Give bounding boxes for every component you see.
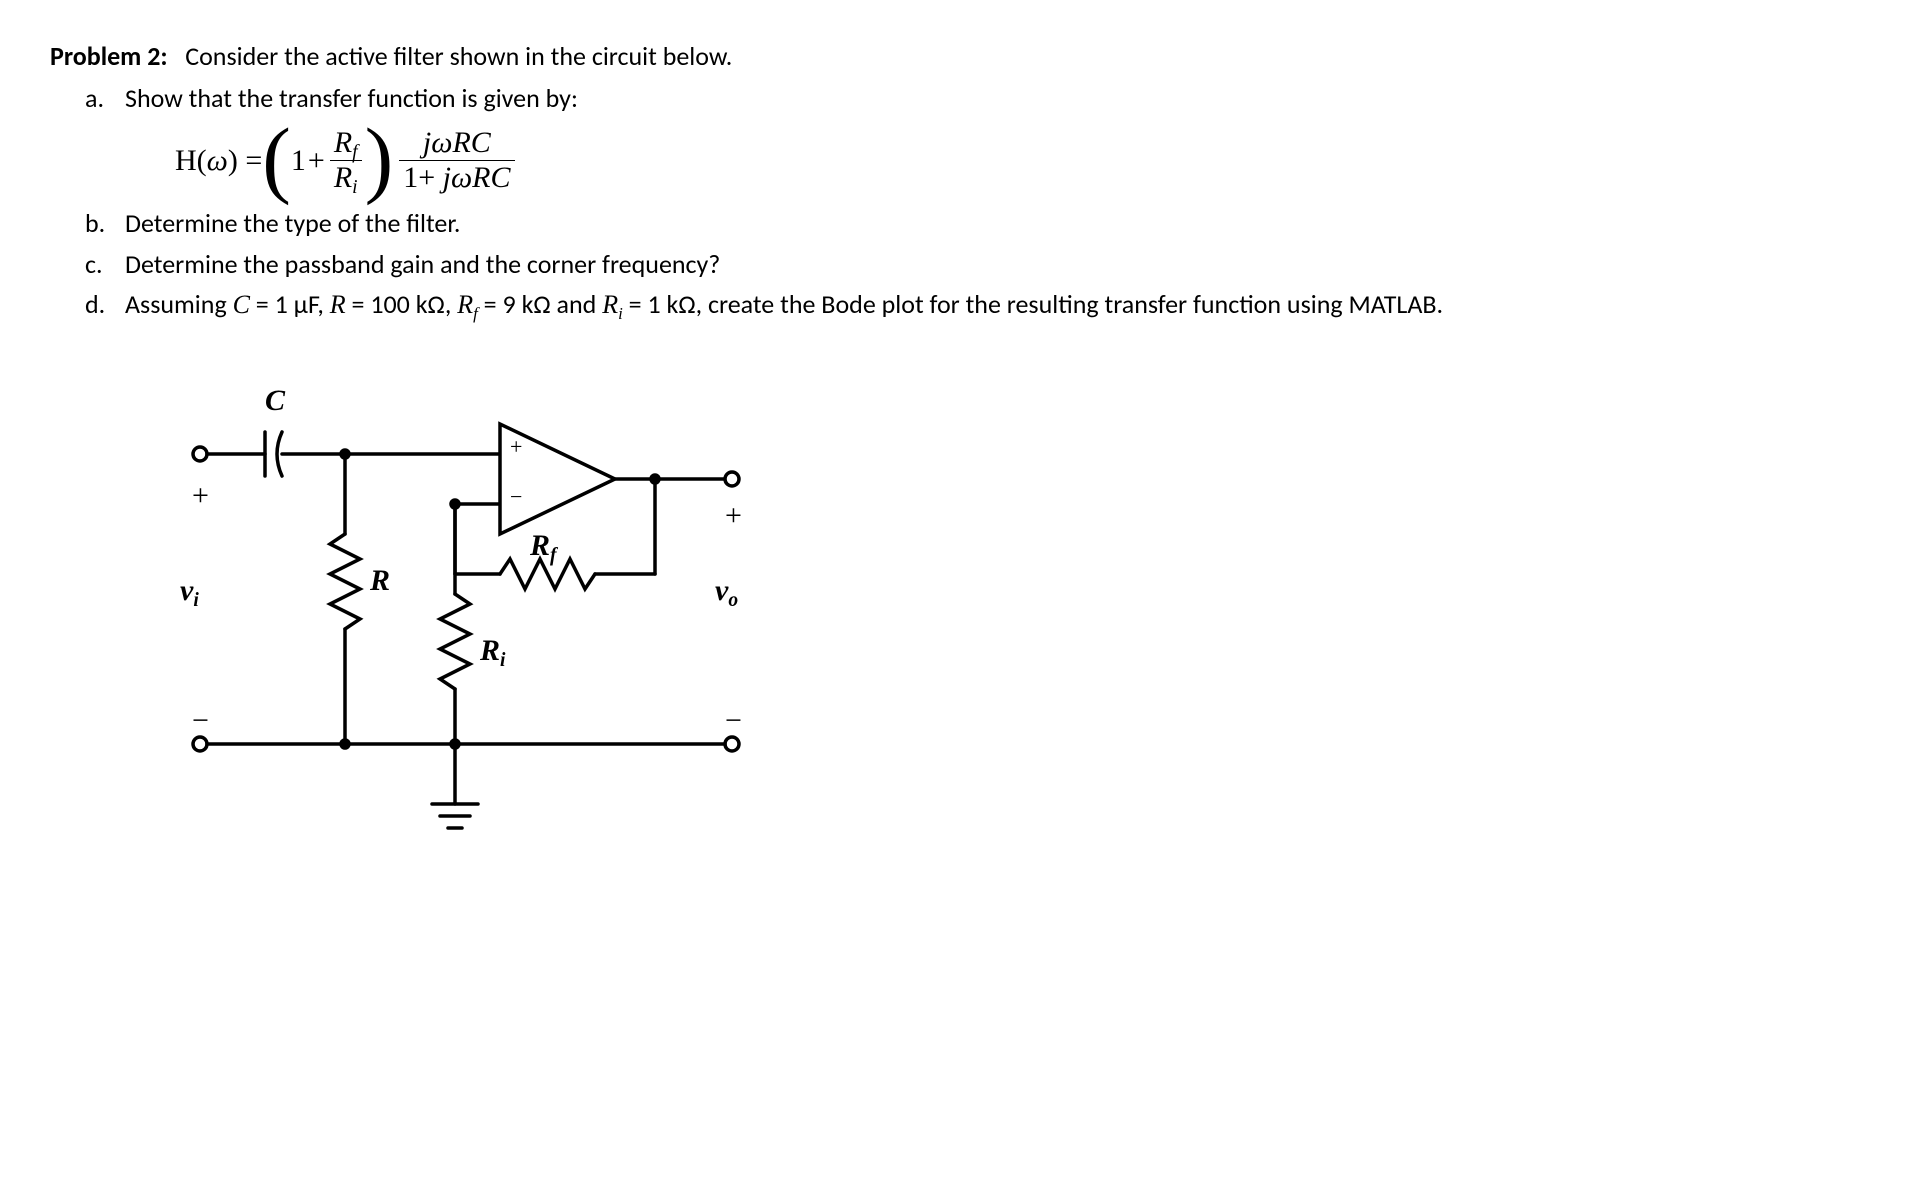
equation: H(ω) = ( 1 + Rf Ri ) jωRC 1+ jωRC (175, 126, 1868, 195)
eq-lhs: H(ω) = (175, 144, 262, 178)
vo-plus: + (725, 499, 742, 533)
item-c: c. Determine the passband gain and the c… (85, 246, 1868, 282)
vi-plus: + (192, 479, 209, 513)
item-b: b. Determine the type of the filter. (85, 205, 1868, 241)
marker-c: c. (85, 246, 125, 282)
lparen: ( (262, 124, 291, 193)
vi-minus: − (192, 704, 209, 738)
text-c: Determine the passband gain and the corn… (125, 246, 1868, 282)
eq-plus1: + (308, 144, 325, 178)
frac-rf-ri: Rf Ri (330, 126, 362, 195)
marker-a: a. (85, 80, 125, 116)
label-r: R (370, 564, 390, 598)
amp-plus: + (510, 434, 522, 460)
param-c: 1 µF (275, 288, 318, 320)
eq-den2: jωRC (443, 161, 511, 194)
problem-intro: Consider the active filter shown in the … (185, 40, 732, 72)
rparen: ) (365, 124, 394, 193)
circuit-diagram: C R Rf Ri vi vo + − + − + − (170, 374, 870, 874)
amp-minus: − (510, 484, 522, 510)
eq-den2-pre: 1+ (403, 161, 442, 194)
eq-ri: R (334, 161, 352, 194)
eq-num2: jωRC (419, 126, 495, 160)
frac-jwrc: jωRC 1+ jωRC (399, 126, 514, 195)
param-rf: 9 kΩ (503, 288, 551, 320)
eq-ri-sub: i (352, 177, 357, 198)
param-r: 100 kΩ (370, 288, 445, 320)
label-vi: vi (180, 574, 199, 608)
text-d: Assuming C = 1 µF, R = 100 kΩ, Rf = 9 kΩ… (125, 286, 1868, 323)
eq-one: 1 (291, 144, 306, 178)
item-a: a. Show that the transfer function is gi… (85, 80, 1868, 116)
marker-d: d. (85, 286, 125, 323)
problem-label: Problem 2: (50, 40, 168, 72)
item-d: d. Assuming C = 1 µF, R = 100 kΩ, Rf = 9… (85, 286, 1868, 323)
sub-list: a. Show that the transfer function is gi… (85, 80, 1868, 324)
problem-header: Problem 2: Consider the active filter sh… (50, 40, 1868, 72)
label-rf: Rf (530, 529, 557, 563)
eq-rf: R (334, 126, 352, 159)
d-post: , create the Bode plot for the resulting… (696, 288, 1443, 320)
d-pre: Assuming (125, 288, 233, 320)
label-vo: vo (715, 574, 738, 608)
label-ri: Ri (480, 634, 505, 668)
param-ri: 1 kΩ (648, 288, 696, 320)
vo-minus: − (725, 704, 742, 738)
eq-rf-sub: f (352, 142, 357, 163)
label-c: C (265, 384, 285, 418)
marker-b: b. (85, 205, 125, 241)
text-b: Determine the type of the filter. (125, 205, 1868, 241)
